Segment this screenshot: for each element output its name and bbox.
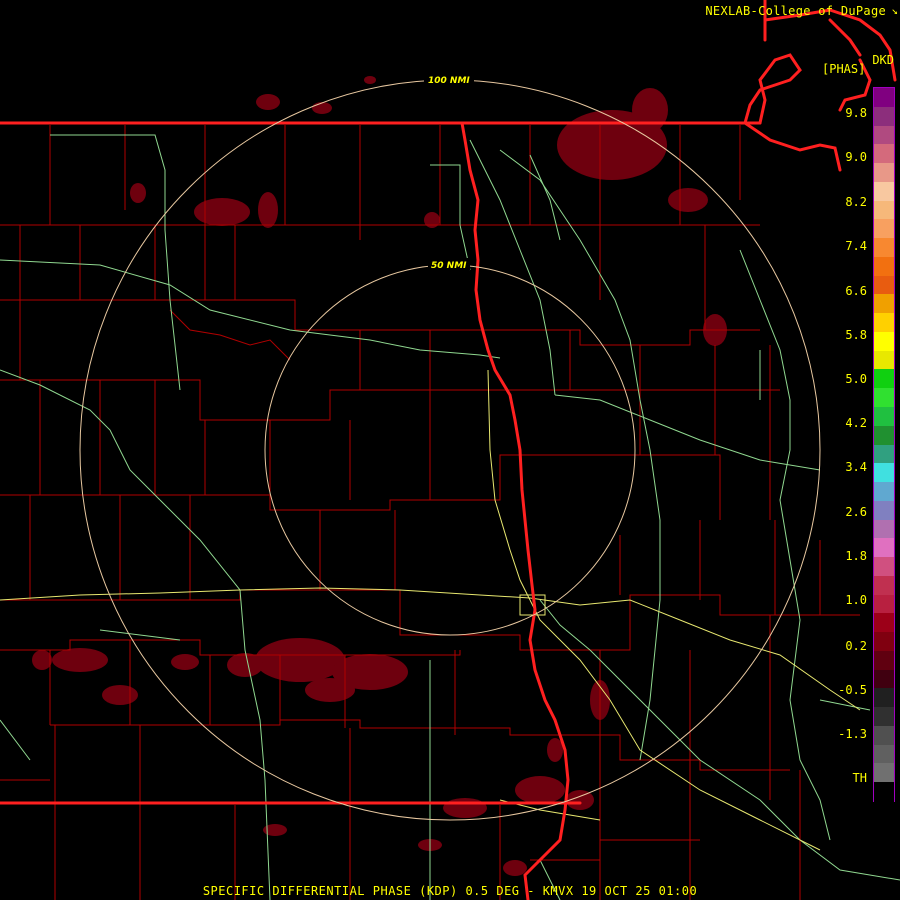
color-scale-swatch	[874, 181, 894, 202]
echo-cell	[256, 94, 280, 110]
echo-cell	[364, 76, 376, 84]
color-scale-tick-label: 7.4	[845, 239, 867, 253]
color-scale-swatch	[874, 219, 894, 239]
color-scale-tick-label: -1.3	[838, 727, 867, 741]
color-scale-tick-label: 0.2	[845, 639, 867, 653]
echo-cell	[130, 183, 146, 203]
color-scale-swatch	[874, 632, 894, 652]
echo-cell	[632, 88, 668, 132]
color-scale-swatch	[874, 519, 894, 539]
color-scale-swatch	[874, 650, 894, 671]
color-scale-swatch	[874, 725, 894, 746]
color-scale-bar	[873, 87, 895, 802]
color-scale-tick-label: 4.2	[845, 416, 867, 430]
color-scale-swatch	[874, 369, 894, 389]
echo-cell	[258, 192, 278, 228]
color-scale-tick-label: 5.8	[845, 328, 867, 342]
color-scale-swatch	[874, 144, 894, 164]
color-scale-swatch	[874, 763, 894, 783]
credit-text: NEXLAB-College of DuPage	[705, 4, 886, 18]
radar-map: 100 NMI 50 NMI	[0, 0, 900, 900]
echo-cell	[32, 650, 52, 670]
corner-logo-icon: ↘	[891, 4, 898, 17]
product-code: DKD	[872, 53, 894, 67]
color-scale-swatch	[874, 256, 894, 277]
color-scale-swatch	[874, 500, 894, 521]
unit-label: [PHAS]	[822, 62, 866, 76]
color-scale-swatch	[874, 275, 894, 295]
echo-cell	[102, 685, 138, 705]
echo-cell	[171, 654, 199, 670]
echo-cell	[503, 860, 527, 876]
color-scale-swatch	[874, 163, 894, 183]
color-scale-tick-label: 6.6	[845, 284, 867, 298]
echo-cell	[515, 776, 565, 804]
color-scale-swatch	[874, 575, 894, 596]
color-scale-swatch	[874, 313, 894, 333]
color-scale-tick-label: 9.0	[845, 150, 867, 164]
color-scale-swatch	[874, 238, 894, 258]
color-scale-swatch	[874, 350, 894, 371]
color-scale-tick-label: 2.6	[845, 505, 867, 519]
color-scale-swatch	[874, 200, 894, 220]
color-scale-swatch	[874, 688, 894, 708]
color-scale-swatch	[874, 406, 894, 427]
echo-cell	[424, 212, 440, 228]
color-scale-tick-label: 1.8	[845, 549, 867, 563]
color-scale-tick-label: -0.5	[838, 683, 867, 697]
color-scale-swatch	[874, 482, 894, 502]
color-scale-swatch	[874, 782, 894, 802]
color-scale-swatch	[874, 538, 894, 558]
color-scale-swatch	[874, 125, 894, 145]
echo-cell	[227, 653, 263, 677]
color-scale-swatch	[874, 88, 894, 108]
color-scale-swatch	[874, 331, 894, 352]
product-caption: SPECIFIC DIFFERENTIAL PHASE (KDP) 0.5 DE…	[202, 884, 698, 898]
color-scale-swatch	[874, 707, 894, 727]
color-scale-swatch	[874, 594, 894, 614]
echo-cell	[547, 738, 563, 762]
color-scale-tick-label: 9.8	[845, 106, 867, 120]
color-scale-swatch	[874, 388, 894, 408]
color-scale-swatch	[874, 613, 894, 633]
echo-cell	[668, 188, 708, 212]
echo-cell	[52, 648, 108, 672]
color-scale-swatch	[874, 444, 894, 464]
echo-cell	[305, 678, 355, 702]
color-scale-swatch	[874, 463, 894, 483]
color-scale-swatch	[874, 744, 894, 765]
color-scale-tick-label: TH	[852, 771, 867, 785]
range-ring-label-50: 50 NMI	[431, 261, 467, 271]
echo-cell	[194, 198, 250, 226]
range-ring-label-100: 100 NMI	[428, 76, 470, 86]
echo-cell	[443, 798, 487, 818]
echo-cell	[255, 638, 345, 682]
color-scale-tick-label: 1.0	[845, 593, 867, 607]
echo-cell	[312, 102, 332, 114]
color-scale-swatch	[874, 669, 894, 690]
color-scale-tick-label: 5.0	[845, 372, 867, 386]
color-scale-swatch	[874, 425, 894, 446]
color-scale-swatch	[874, 294, 894, 314]
color-scale-swatch	[874, 106, 894, 127]
color-scale-swatch	[874, 557, 894, 577]
color-scale-tick-label: 3.4	[845, 460, 867, 474]
color-scale-tick-label: 8.2	[845, 195, 867, 209]
